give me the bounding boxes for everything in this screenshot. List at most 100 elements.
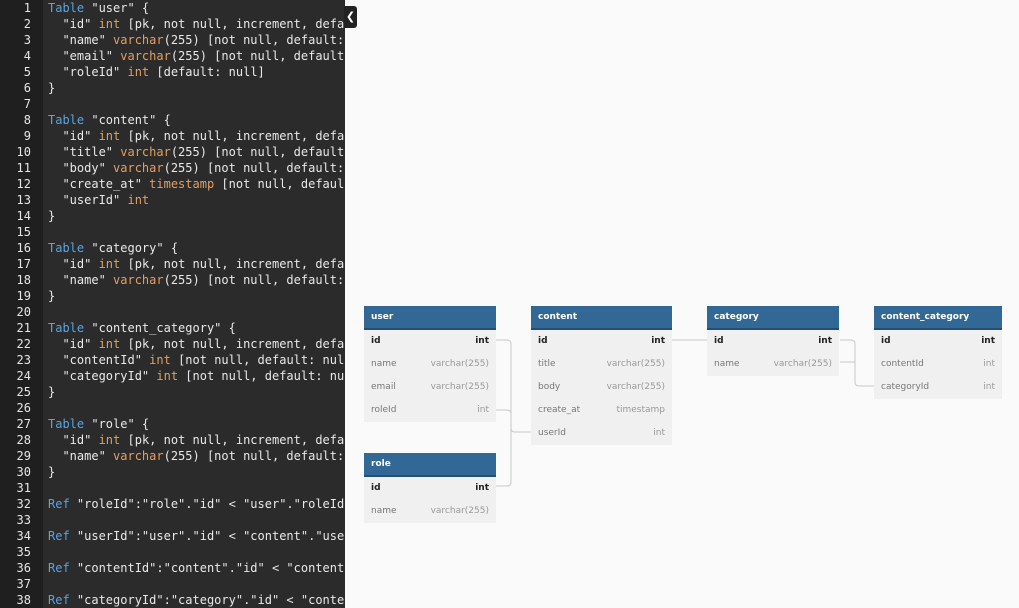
code-line[interactable]: 26: [0, 400, 344, 416]
code-text: "content_category" {: [84, 321, 236, 335]
table-content-category[interactable]: content_category id int contentId int categor…: [874, 306, 1002, 399]
code-line[interactable]: 5 "roleId" int [default: null]: [0, 64, 344, 80]
line-number: 6: [23, 81, 31, 95]
table-field-row[interactable]: id int: [531, 330, 672, 353]
code-line[interactable]: 36 Ref "contentId":"content"."id" < "cont…: [0, 560, 345, 576]
field-type: int: [818, 336, 832, 346]
code-line[interactable]: 14}: [0, 208, 344, 224]
field-name: body: [538, 382, 561, 392]
code-keyword: Table: [48, 241, 85, 255]
line-number: 14: [16, 209, 31, 223]
code-text: }: [48, 81, 56, 95]
code-text: "userId":"user"."id" < "content"."use: [69, 529, 345, 543]
code-line[interactable]: 21 Table "content_category" {: [0, 320, 344, 336]
table-field-row[interactable]: id int: [874, 330, 1002, 353]
code-line[interactable]: 20: [0, 304, 344, 320]
line-number: 17: [16, 257, 31, 271]
code-text: [not null, defaul: [214, 177, 345, 191]
field-type: int: [983, 359, 995, 369]
code-type: int: [98, 17, 121, 31]
table-field-row[interactable]: create_at timestamp: [531, 399, 672, 422]
code-text: }: [48, 465, 56, 479]
table-field-row[interactable]: id int: [707, 330, 839, 353]
code-line[interactable]: 1 Table "user" {: [0, 0, 344, 16]
code-text: "id": [48, 129, 99, 143]
line-number: 33: [16, 513, 31, 527]
code-line[interactable]: 29 "name" varchar(255) [not null, defaul…: [0, 448, 345, 464]
code-line[interactable]: 35: [0, 544, 344, 560]
code-line[interactable]: 25}: [0, 384, 344, 400]
code-lines[interactable]: 1 Table "user" {2 "id" int [pk, not null,…: [0, 0, 345, 608]
code-line[interactable]: 24 "categoryId" int [not null, default: …: [0, 368, 345, 384]
field-name: title: [538, 359, 556, 369]
code-text: "email": [48, 49, 121, 63]
code-line[interactable]: 22 "id" int [pk, not null, increment, de…: [0, 336, 345, 352]
table-field-row[interactable]: categoryId int: [874, 376, 1002, 399]
code-line[interactable]: 7: [0, 96, 344, 112]
code-line[interactable]: 28 "id" int [pk, not null, increment, de…: [0, 432, 345, 448]
code-text: "id": [48, 17, 99, 31]
code-line[interactable]: 11 "body" varchar(255) [not null, defaul…: [0, 160, 345, 176]
code-line[interactable]: 9 "id" int [pk, not null, increment, def…: [0, 128, 344, 144]
table-field-row[interactable]: id int: [364, 330, 496, 353]
code-line[interactable]: 13 "userId" int: [0, 192, 344, 208]
code-keyword: Ref: [48, 561, 70, 575]
table-header[interactable]: category: [707, 306, 839, 330]
code-line[interactable]: 32 Ref "roleId":"role"."id" < "user"."rol…: [0, 496, 345, 512]
table-field-row[interactable]: name varchar(255): [364, 500, 496, 523]
line-number: 34: [16, 529, 31, 543]
code-line[interactable]: 38 Ref "categoryId":"category"."id" < "co…: [0, 592, 345, 608]
field-name: id: [371, 483, 381, 493]
code-line[interactable]: 15: [0, 224, 344, 240]
line-number: 18: [16, 273, 31, 287]
ref-user-content: [496, 339, 531, 433]
field-name: id: [881, 336, 891, 346]
code-text: "role" {: [84, 417, 150, 431]
code-line[interactable]: 17 "id" int [pk, not null, increment, de…: [0, 256, 345, 272]
line-number: 32: [16, 497, 31, 511]
table-field-row[interactable]: roleId int: [364, 399, 496, 422]
code-text: [pk, not null, increment, defa: [120, 17, 345, 31]
code-line[interactable]: 31: [0, 480, 344, 496]
code-line[interactable]: 23 "contentId" int [not null, default: n…: [0, 352, 345, 368]
table-field-row[interactable]: name varchar(255): [364, 353, 496, 376]
table-field-row[interactable]: userId int: [531, 422, 672, 445]
table-header[interactable]: content_category: [874, 306, 1002, 330]
code-line[interactable]: 18 "name" varchar(255) [not null, defaul…: [0, 272, 345, 288]
code-line[interactable]: 4 "email" varchar(255) [not null, defaul…: [0, 48, 344, 64]
code-line[interactable]: 37: [0, 576, 344, 592]
field-name: contentId: [881, 359, 924, 369]
table-field-row[interactable]: name varchar(255): [707, 353, 839, 376]
diagram-canvas[interactable]: user id int name varchar(255) email varchar(25…: [357, 0, 1019, 608]
code-line[interactable]: 3 "name" varchar(255) [not null, default…: [0, 32, 344, 48]
code-line[interactable]: 30}: [0, 464, 344, 480]
table-field-row[interactable]: id int: [364, 477, 496, 500]
code-line[interactable]: 8 Table "content" {: [0, 112, 344, 128]
line-number: 2: [23, 17, 31, 31]
code-line[interactable]: 6}: [0, 80, 344, 96]
collapse-editor-button[interactable]: ❮: [344, 6, 357, 28]
table-content[interactable]: content id int title varchar(255) body varchar…: [531, 306, 672, 445]
table-user[interactable]: user id int name varchar(255) email varchar(25…: [364, 306, 496, 422]
code-line[interactable]: 34 Ref "userId":"user"."id" < "content"."…: [0, 528, 345, 544]
code-line[interactable]: 27 Table "role" {: [0, 416, 344, 432]
table-field-row[interactable]: title varchar(255): [531, 353, 672, 376]
code-line[interactable]: 33: [0, 512, 344, 528]
table-header[interactable]: content: [531, 306, 672, 330]
table-field-row[interactable]: body varchar(255): [531, 376, 672, 399]
code-line[interactable]: 16 Table "category" {: [0, 240, 344, 256]
table-field-row[interactable]: contentId int: [874, 353, 1002, 376]
code-line[interactable]: 2 "id" int [pk, not null, increment, def…: [0, 16, 344, 32]
table-category[interactable]: category id int name varchar(255): [707, 306, 839, 376]
field-type: varchar(255): [430, 382, 489, 392]
code-type: int: [98, 129, 121, 143]
code-line[interactable]: 10 "title" varchar(255) [not null, defau…: [0, 144, 345, 160]
table-role[interactable]: role id int name varchar(255): [364, 453, 496, 523]
table-header[interactable]: user: [364, 306, 496, 330]
code-line[interactable]: 19}: [0, 288, 344, 304]
table-field-row[interactable]: email varchar(255): [364, 376, 496, 399]
code-editor[interactable]: 1 Table "user" {2 "id" int [pk, not null,…: [0, 0, 345, 608]
field-name: create_at: [538, 405, 581, 415]
code-line[interactable]: 12 "create_at" timestamp [not null, defa…: [0, 176, 345, 192]
table-header[interactable]: role: [364, 453, 496, 477]
